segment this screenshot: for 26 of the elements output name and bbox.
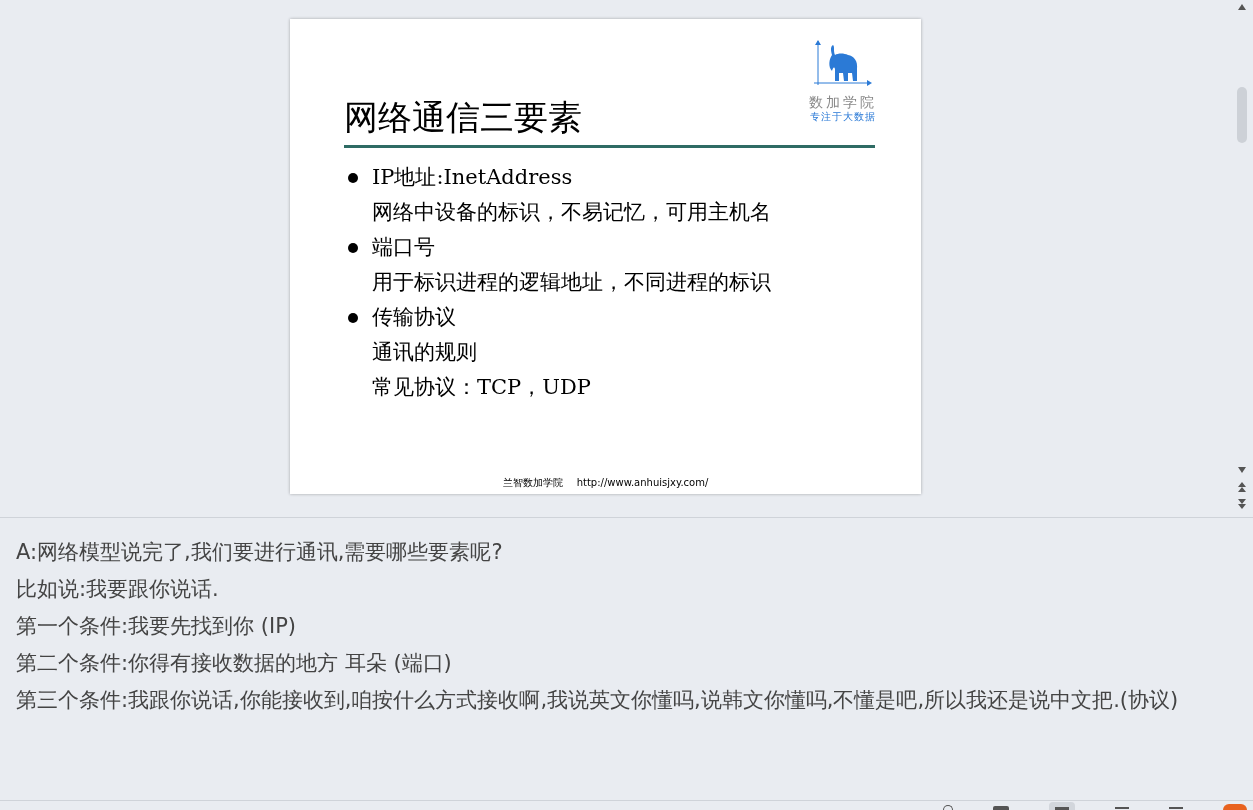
- logo-slogan: 专注于大数据: [810, 111, 876, 122]
- footer-organization: 兰智数加学院: [502, 476, 563, 490]
- previous-page-icon[interactable]: [1238, 482, 1246, 492]
- note-line: 第三个条件:我跟你说话,你能接收到,咱按什么方式接收啊,我说英文你懂吗,说韩文你懂吗,不懂是吧,所以我还是说中文把.(协议): [16, 687, 1180, 714]
- slide-title: 网络通信三要素: [344, 96, 582, 139]
- bullet-detail: 网络中设备的标识，不易记忆，可用主机名: [372, 198, 771, 226]
- scroll-up-icon[interactable]: [1238, 4, 1246, 10]
- bullet-icon: [348, 172, 358, 183]
- bullet-text: 传输协议: [372, 303, 456, 331]
- logo-name: 数加学院: [809, 93, 877, 111]
- bullet-icon: [348, 242, 358, 253]
- footer-url: http://www.anhuisjxy.com/: [576, 476, 709, 490]
- scrollbar-thumb[interactable]: [1237, 87, 1247, 143]
- note-line: 比如说:我要跟你说话.: [16, 576, 220, 603]
- note-line: A:网络模型说完了,我们要进行通讯,需要哪些要素呢?: [16, 539, 504, 566]
- bullet-detail: 用于标识进程的逻辑地址，不同进程的标识: [372, 268, 771, 296]
- bullet-text: 端口号: [372, 233, 435, 261]
- next-page-icon[interactable]: [1238, 499, 1246, 509]
- note-line: 第一个条件:我要先找到你 (IP): [16, 613, 297, 640]
- bullet-detail: 常见协议：TCP，UDP: [372, 373, 591, 401]
- note-line: 第二个条件:你得有接收数据的地方 耳朵 (端口): [16, 650, 453, 677]
- bullet-icon: [348, 312, 358, 323]
- bullet-text: IP地址:InetAddress: [372, 163, 573, 191]
- notes-pane[interactable]: A:网络模型说完了,我们要进行通讯,需要哪些要素呢? 比如说:我要跟你说话. 第一个条件:我要先找到你 (IP) 第二个条件:你得有接收数据的地方 耳朵 (端口) 第三个条件:我跟你说话,你能接收到,咱按什么方式接收啊,我说英文你懂吗,说韩文你懂吗,不懂是吧,所以我还是说中文把.(协议): [0, 517, 1253, 800]
- scroll-down-icon[interactable]: [1238, 467, 1246, 473]
- bullet-detail: 通讯的规则: [372, 338, 477, 366]
